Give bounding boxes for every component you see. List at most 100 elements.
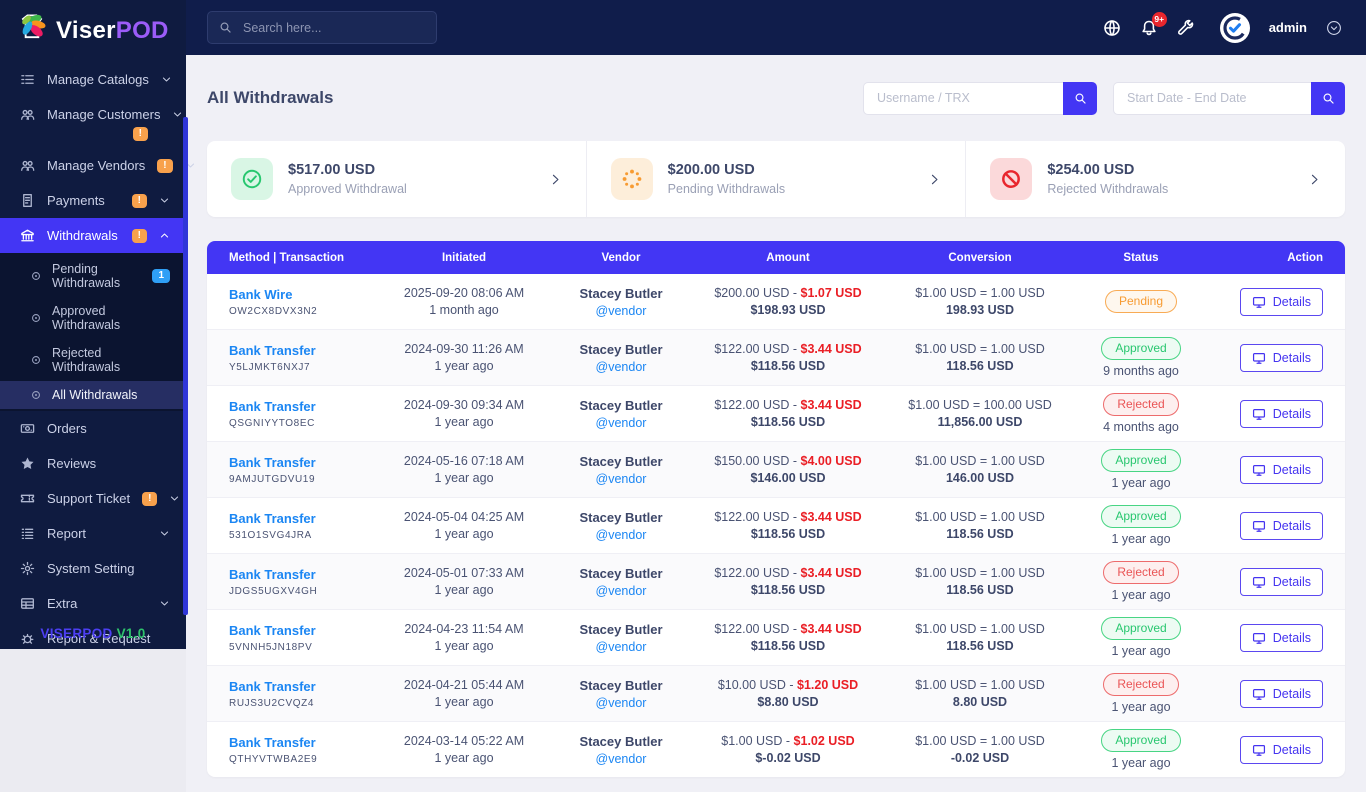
details-button-label: Details <box>1272 350 1311 365</box>
method-link[interactable]: Bank Transfer <box>229 455 316 470</box>
brand-logo[interactable]: ViserPOD <box>0 0 186 62</box>
spinner-icon <box>621 168 643 190</box>
cell-amount: $122.00 USD - $3.44 USD $118.56 USD <box>701 510 875 541</box>
username-label[interactable]: admin <box>1269 20 1307 35</box>
vendor-handle-link[interactable]: @vendor <box>541 304 701 318</box>
sidebar-item-orders[interactable]: Orders <box>0 411 186 446</box>
users-icon <box>20 107 35 122</box>
conversion-total: 118.56 USD <box>946 583 1014 597</box>
sidebar-subitem-rejected-withdrawals[interactable]: Rejected Withdrawals <box>0 339 186 381</box>
dot-circle-icon <box>30 389 42 401</box>
vendor-name: Stacey Butler <box>579 341 663 357</box>
details-button[interactable]: Details <box>1239 567 1323 596</box>
vendor-handle-link[interactable]: @vendor <box>541 696 701 710</box>
summary-card[interactable]: $200.00 USD Pending Withdrawals <box>585 141 966 217</box>
method-link[interactable]: Bank Transfer <box>229 735 316 750</box>
username-trx-input[interactable] <box>863 81 1063 115</box>
amount-base: $122.00 USD - <box>714 342 798 356</box>
status-badge: Approved <box>1101 728 1181 753</box>
language-globe-icon[interactable] <box>1103 19 1121 37</box>
details-button[interactable]: Details <box>1239 735 1323 764</box>
details-button[interactable]: Details <box>1239 511 1323 540</box>
vendor-handle-link[interactable]: @vendor <box>541 528 701 542</box>
method-link[interactable]: Bank Transfer <box>229 511 316 526</box>
cell-vendor: Stacey Butler @vendor <box>541 566 701 598</box>
amount-net: $8.80 USD <box>757 695 819 709</box>
sidebar-subitem-label: Approved Withdrawals <box>52 304 121 332</box>
date-range-input[interactable] <box>1113 81 1311 115</box>
method-link[interactable]: Bank Transfer <box>229 567 316 582</box>
column-header: Amount <box>766 251 810 264</box>
method-link[interactable]: Bank Transfer <box>229 623 316 638</box>
check-circle-icon <box>241 168 263 190</box>
sidebar-item-support-ticket[interactable]: Support Ticket ! <box>0 481 186 516</box>
sidebar-item-manage-vendors[interactable]: Manage Vendors ! <box>0 148 194 183</box>
method-link[interactable]: Bank Transfer <box>229 399 316 414</box>
details-button[interactable]: Details <box>1239 399 1323 428</box>
chevron-down-icon <box>159 195 170 206</box>
vendor-name: Stacey Butler <box>579 733 663 749</box>
sidebar-item-payments[interactable]: Payments ! <box>0 183 186 218</box>
cell-amount: $122.00 USD - $3.44 USD $118.56 USD <box>701 398 875 429</box>
dot-circle-icon <box>30 354 42 366</box>
cell-initiated: 2024-04-21 05:44 AM 1 year ago <box>387 678 541 709</box>
method-link[interactable]: Bank Transfer <box>229 679 316 694</box>
username-search-button[interactable] <box>1063 81 1097 115</box>
sidebar-item-reviews[interactable]: Reviews <box>0 446 186 481</box>
sidebar-menu: Manage Catalogs Manage Customers ! Manag… <box>0 62 194 656</box>
details-button[interactable]: Details <box>1239 679 1323 708</box>
conversion-total: 146.00 USD <box>945 471 1015 485</box>
table-icon <box>20 596 35 611</box>
user-menu-chevron-icon[interactable] <box>1326 20 1342 36</box>
cell-vendor: Stacey Butler @vendor <box>541 398 701 430</box>
details-button[interactable]: Details <box>1239 455 1323 484</box>
search-input[interactable] <box>241 19 425 36</box>
method-link[interactable]: Bank Wire <box>229 287 292 302</box>
ticket-icon <box>20 491 35 506</box>
details-button[interactable]: Details <box>1239 343 1323 372</box>
sidebar-item-report[interactable]: Report <box>0 516 186 551</box>
vendor-handle-link[interactable]: @vendor <box>541 640 701 654</box>
sidebar-subitem-pending-withdrawals[interactable]: Pending Withdrawals 1 <box>0 255 186 297</box>
vendor-handle-link[interactable]: @vendor <box>541 584 701 598</box>
column-header: Vendor <box>601 251 641 264</box>
app-root: ViserPOD Manage Catalogs Manage Customer… <box>0 0 1366 792</box>
status-badge: Approved <box>1101 448 1181 473</box>
sidebar-scrollbar[interactable] <box>183 117 188 615</box>
status-badge: Pending <box>1104 289 1178 314</box>
amount-base: $122.00 USD - <box>714 566 798 580</box>
sidebar-item-system-setting[interactable]: System Setting <box>0 551 186 586</box>
date-search-button[interactable] <box>1311 81 1345 115</box>
amount-fee: $3.44 USD <box>800 398 862 412</box>
vendor-handle-link[interactable]: @vendor <box>541 472 701 486</box>
details-button[interactable]: Details <box>1239 287 1323 316</box>
vendor-handle-link[interactable]: @vendor <box>541 416 701 430</box>
cell-initiated: 2024-05-16 07:18 AM 1 year ago <box>387 454 541 485</box>
initiated-ago: 1 year ago <box>434 527 494 541</box>
sidebar-item-label: Reviews <box>47 456 97 471</box>
avatar[interactable] <box>1219 12 1250 43</box>
sidebar-item-extra[interactable]: Extra <box>0 586 186 621</box>
vendor-handle-link[interactable]: @vendor <box>541 360 701 374</box>
sidebar-subitem-approved-withdrawals[interactable]: Approved Withdrawals <box>0 297 186 339</box>
search-icon <box>1322 92 1335 105</box>
details-button[interactable]: Details <box>1239 623 1323 652</box>
vendor-handle-link[interactable]: @vendor <box>541 752 701 766</box>
sidebar-item-label: Report <box>47 526 87 541</box>
summary-card[interactable]: $517.00 USD Approved Withdrawal <box>207 141 586 217</box>
sidebar-submenu: Pending Withdrawals 1 Approved Withdrawa… <box>0 253 186 411</box>
notifications-bell-icon[interactable]: 9+ <box>1140 11 1167 37</box>
summary-card-icon-wrap <box>990 158 1033 200</box>
sidebar-item-withdrawals[interactable]: Withdrawals ! <box>0 218 186 253</box>
summary-amount: $200.00 USD <box>667 162 755 178</box>
cell-amount: $122.00 USD - $3.44 USD $118.56 USD <box>701 342 875 373</box>
summary-card[interactable]: $254.00 USD Rejected Withdrawals <box>965 141 1345 217</box>
conversion-rate: $1.00 USD = 100.00 USD <box>908 398 1052 412</box>
method-link[interactable]: Bank Transfer <box>229 343 316 358</box>
settings-wrench-icon[interactable] <box>1177 19 1195 37</box>
sidebar-item-manage-customers[interactable]: Manage Customers ! <box>0 97 186 148</box>
cell-conversion: $1.00 USD = 1.00 USD 118.56 USD <box>875 566 1085 597</box>
sidebar-subitem-all-withdrawals[interactable]: All Withdrawals <box>0 381 186 409</box>
sidebar-item-manage-catalogs[interactable]: Manage Catalogs <box>0 62 186 97</box>
date-filter-group <box>1113 81 1345 115</box>
